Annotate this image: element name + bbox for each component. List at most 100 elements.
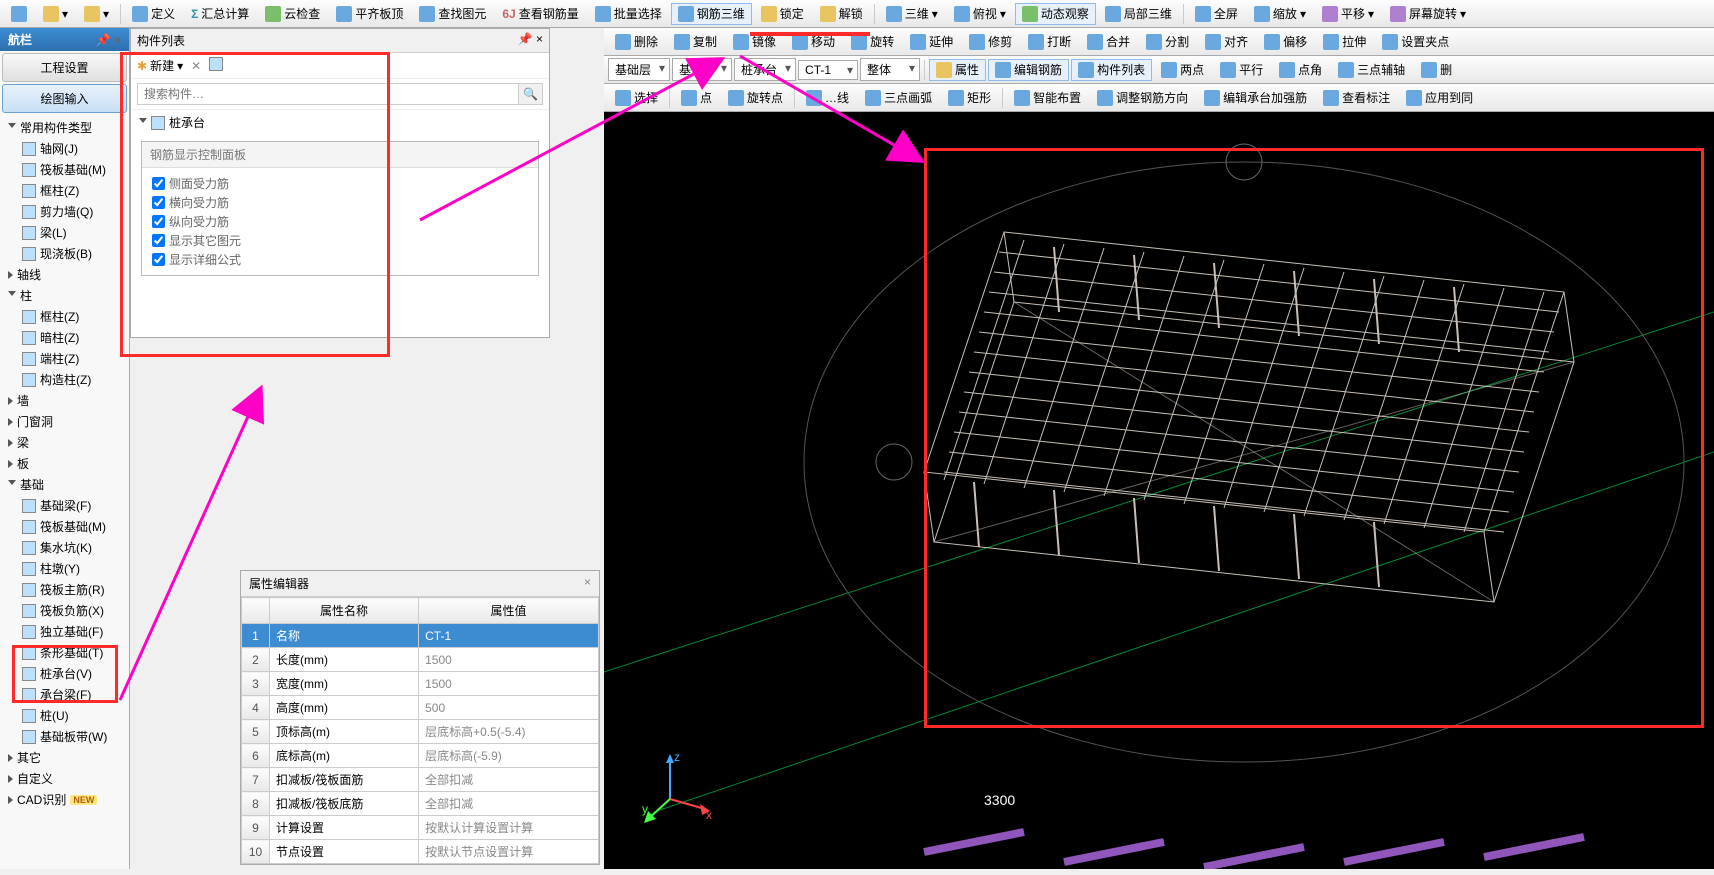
tb-full[interactable]: 全屏 (1188, 3, 1245, 25)
filter-dd[interactable]: 基… (672, 58, 732, 81)
nav-item[interactable]: 集水坑(K) (0, 537, 129, 558)
nav-item[interactable]: 暗柱(Z) (0, 327, 129, 348)
nav-item[interactable]: 独立基础(F) (0, 621, 129, 642)
tb2-btn[interactable]: 合并 (1080, 31, 1137, 53)
tb-orbit[interactable]: 动态观察 (1015, 3, 1096, 25)
root-node[interactable]: 桩承台 (131, 110, 549, 135)
nav-item[interactable]: 基础板带(W) (0, 726, 129, 747)
tb2-btn[interactable]: 延伸 (903, 31, 960, 53)
nav-group[interactable]: 板 (0, 453, 129, 474)
tb4-btn[interactable]: …线 (799, 87, 856, 109)
tb2-btn[interactable]: 修剪 (962, 31, 1019, 53)
nav-item[interactable]: 条形基础(T) (0, 642, 129, 663)
tb2-btn[interactable]: 拉伸 (1316, 31, 1373, 53)
tb4-btn[interactable]: 编辑承台加强筋 (1197, 87, 1314, 109)
prop-row[interactable]: 1名称CT-1 (242, 624, 599, 648)
tb4-btn[interactable]: 应用到同 (1399, 87, 1480, 109)
tb-lock[interactable]: 锁定 (754, 3, 811, 25)
tb3-btn[interactable]: 两点 (1154, 59, 1211, 81)
filter-dd[interactable]: 桩承台 (734, 58, 796, 81)
nav-item[interactable]: 桩承台(V) (0, 663, 129, 684)
check-row[interactable]: 显示详细公式 (152, 250, 528, 269)
tb-rotate[interactable]: 屏幕旋转▾ (1383, 3, 1473, 25)
check-row[interactable]: 显示其它图元 (152, 231, 528, 250)
tb3-btn[interactable]: 平行 (1213, 59, 1270, 81)
delete-icon[interactable]: ✕ (191, 59, 201, 73)
tb2-btn[interactable]: 对齐 (1198, 31, 1255, 53)
nav-item[interactable]: 柱墩(Y) (0, 558, 129, 579)
tb2-btn[interactable]: 删除 (608, 31, 665, 53)
tb4-btn[interactable]: 选择 (608, 87, 665, 109)
tb2-btn[interactable]: 分割 (1139, 31, 1196, 53)
tb2-btn[interactable]: 偏移 (1257, 31, 1314, 53)
filter-dd[interactable]: 基础层 (608, 58, 670, 81)
prop-row[interactable]: 8扣减板/筏板底筋全部扣减 (242, 792, 599, 816)
btn-project[interactable]: 工程设置 (2, 53, 127, 82)
nav-item[interactable]: 轴网(J) (0, 138, 129, 159)
viewport-3d[interactable]: 3300 (604, 112, 1714, 869)
undo-icon[interactable]: ▾ (36, 3, 75, 25)
tb3-btn[interactable]: 点角 (1272, 59, 1329, 81)
nav-item[interactable]: 构造柱(Z) (0, 369, 129, 390)
prop-row[interactable]: 9计算设置按默认计算设置计算 (242, 816, 599, 840)
tb-viewrebar[interactable]: 6J查看钢筋量 (495, 3, 585, 25)
nav-item[interactable]: 端柱(Z) (0, 348, 129, 369)
prop-row[interactable]: 7扣减板/筏板面筋全部扣减 (242, 768, 599, 792)
tb-unlock[interactable]: 解锁 (813, 3, 870, 25)
tb-rebar3d[interactable]: 钢筋三维 (671, 3, 752, 25)
nav-item[interactable]: 筏板基础(M) (0, 159, 129, 180)
nav-item[interactable]: 现浇板(B) (0, 243, 129, 264)
btn-draw[interactable]: 绘图输入 (2, 84, 127, 113)
new-button[interactable]: ✱新建▾ (137, 57, 183, 74)
prop-row[interactable]: 6底标高(m)层底标高(-5.9) (242, 744, 599, 768)
nav-group[interactable]: 柱 (0, 285, 129, 306)
pin-close[interactable]: 📌 × (518, 32, 543, 49)
tb3-btn[interactable]: 删 (1414, 59, 1459, 81)
nav-group[interactable]: 梁 (0, 432, 129, 453)
filter-dd[interactable]: 整体 (860, 58, 920, 81)
search-button[interactable]: 🔍 (519, 83, 543, 105)
nav-group[interactable]: 轴线 (0, 264, 129, 285)
tb-cloudcheck[interactable]: 云检查 (258, 3, 327, 25)
tb-define[interactable]: 定义 (125, 3, 182, 25)
nav-group[interactable]: 常用构件类型 (0, 117, 129, 138)
tb4-btn[interactable]: 智能布置 (1007, 87, 1088, 109)
nav-item[interactable]: 梁(L) (0, 222, 129, 243)
tb2-btn[interactable]: 设置夹点 (1375, 31, 1456, 53)
nav-item[interactable]: 承台梁(F) (0, 684, 129, 705)
nav-item[interactable]: 框柱(Z) (0, 306, 129, 327)
nav-item[interactable]: 剪力墙(Q) (0, 201, 129, 222)
check-row[interactable]: 侧面受力筋 (152, 174, 528, 193)
tb4-btn[interactable]: 查看标注 (1316, 87, 1397, 109)
tb4-btn[interactable]: 矩形 (941, 87, 998, 109)
tb3-btn[interactable]: 编辑钢筋 (988, 59, 1069, 81)
tb4-btn[interactable]: 调整钢筋方向 (1090, 87, 1195, 109)
prop-row[interactable]: 3宽度(mm)1500 (242, 672, 599, 696)
tb-zoom[interactable]: 缩放▾ (1247, 3, 1313, 25)
prop-row[interactable]: 4高度(mm)500 (242, 696, 599, 720)
save-icon[interactable] (4, 3, 34, 25)
filter-dd[interactable]: CT-1 (798, 60, 858, 80)
pin-icon[interactable]: 📌 × (96, 33, 121, 47)
nav-group[interactable]: 其它 (0, 747, 129, 768)
tb-sum[interactable]: Σ汇总计算 (184, 3, 256, 25)
tb4-btn[interactable]: 旋转点 (721, 87, 790, 109)
redo-icon[interactable]: ▾ (77, 3, 116, 25)
tb3-btn[interactable]: 三点辅轴 (1331, 59, 1412, 81)
check-row[interactable]: 纵向受力筋 (152, 212, 528, 231)
tb-3d[interactable]: 三维▾ (879, 3, 945, 25)
nav-item[interactable]: 基础梁(F) (0, 495, 129, 516)
check-row[interactable]: 横向受力筋 (152, 193, 528, 212)
tb-local3d[interactable]: 局部三维 (1098, 3, 1179, 25)
nav-group[interactable]: 基础 (0, 474, 129, 495)
prop-row[interactable]: 2长度(mm)1500 (242, 648, 599, 672)
tb-find[interactable]: 查找图元 (412, 3, 493, 25)
tb-batchsel[interactable]: 批量选择 (588, 3, 669, 25)
nav-item[interactable]: 筏板负筋(X) (0, 600, 129, 621)
nav-item[interactable]: 筏板主筋(R) (0, 579, 129, 600)
tb3-btn[interactable]: 构件列表 (1071, 59, 1152, 81)
prop-row[interactable]: 10节点设置按默认节点设置计算 (242, 840, 599, 864)
nav-group[interactable]: 门窗洞 (0, 411, 129, 432)
nav-item[interactable]: 框柱(Z) (0, 180, 129, 201)
search-input[interactable] (137, 83, 519, 105)
